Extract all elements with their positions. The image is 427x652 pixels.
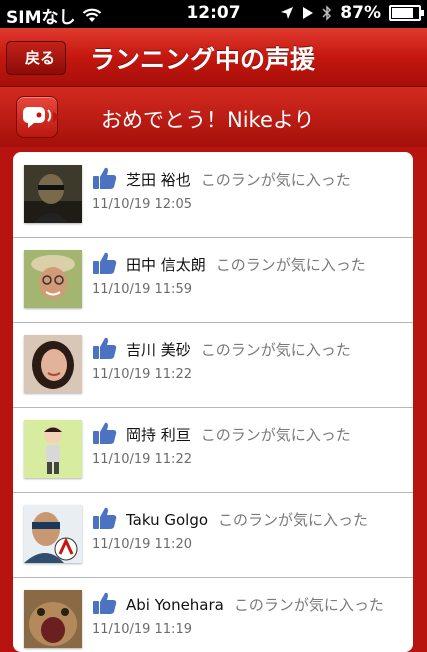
- avatar: [24, 165, 82, 223]
- cheer-bubble-icon: [16, 96, 59, 138]
- avatar: [24, 590, 82, 648]
- avatar: [24, 335, 82, 393]
- thumbs-up-icon: [93, 337, 117, 359]
- cheer-list: 芝田 裕也 このランが気に入った 11/10/19 12:05 田中 信太朗 このラ…: [13, 152, 413, 652]
- thumbs-up-icon: [93, 507, 117, 529]
- bluetooth-icon: [322, 5, 332, 21]
- user-name: 芝田 裕也 このランが気に入った: [126, 171, 351, 189]
- user-name: Taku Golgo このランが気に入った: [126, 511, 369, 529]
- list-item[interactable]: Abi Yonehara このランが気に入った 11/10/19 11:19: [13, 577, 413, 652]
- avatar: [24, 505, 82, 563]
- list-item[interactable]: 吉川 美砂 このランが気に入った 11/10/19 11:22: [13, 322, 413, 408]
- avatar: [24, 420, 82, 478]
- list-item[interactable]: 田中 信太朗 このランが気に入った 11/10/19 11:59: [13, 237, 413, 323]
- like-action: このランが気に入った: [200, 341, 351, 359]
- list-item[interactable]: 芝田 裕也 このランが気に入った 11/10/19 12:05: [13, 152, 413, 238]
- user-name: 吉川 美砂 このランが気に入った: [126, 341, 351, 359]
- play-icon: [303, 7, 314, 19]
- thumbs-up-icon: [93, 592, 117, 614]
- thumbs-up-icon: [93, 422, 117, 444]
- battery-fill: [392, 8, 413, 18]
- user-name: 岡持 利亘 このランが気に入った: [126, 426, 351, 444]
- navigation-bar: 戻る ランニング中の声援: [0, 28, 427, 87]
- timestamp: 11/10/19 11:20: [92, 537, 192, 552]
- back-button[interactable]: 戻る: [6, 41, 67, 75]
- like-action: このランが気に入った: [233, 596, 384, 614]
- timestamp: 11/10/19 11:22: [92, 367, 192, 382]
- status-right: 87%: [280, 3, 424, 23]
- list-item[interactable]: 岡持 利亘 このランが気に入った 11/10/19 11:22: [13, 407, 413, 493]
- user-name: Abi Yonehara このランが気に入った: [126, 596, 384, 614]
- avatar: [24, 250, 82, 308]
- user-name: 田中 信太朗 このランが気に入った: [126, 256, 366, 274]
- page-title: ランニング中の声援: [90, 45, 316, 74]
- like-action: このランが気に入った: [218, 511, 369, 529]
- banner-message: おめでとう！Nikeより: [101, 108, 315, 132]
- timestamp: 11/10/19 11:19: [92, 622, 192, 637]
- location-arrow-icon: [281, 7, 294, 19]
- like-action: このランが気に入った: [200, 171, 351, 189]
- timestamp: 11/10/19 11:59: [92, 282, 192, 297]
- battery-percent: 87%: [340, 3, 381, 23]
- status-bar: SIMなし 12:07 87%: [0, 0, 427, 28]
- thumbs-up-icon: [93, 167, 117, 189]
- cheer-banner: おめでとう！Nikeより: [0, 87, 427, 147]
- thumbs-up-icon: [93, 252, 117, 274]
- like-action: このランが気に入った: [215, 256, 366, 274]
- list-item[interactable]: Taku Golgo このランが気に入った 11/10/19 11:20: [13, 492, 413, 578]
- battery-icon: [389, 5, 424, 21]
- timestamp: 11/10/19 11:22: [92, 452, 192, 467]
- timestamp: 11/10/19 12:05: [92, 197, 192, 212]
- back-button-label: 戻る: [25, 49, 56, 67]
- like-action: このランが気に入った: [200, 426, 351, 444]
